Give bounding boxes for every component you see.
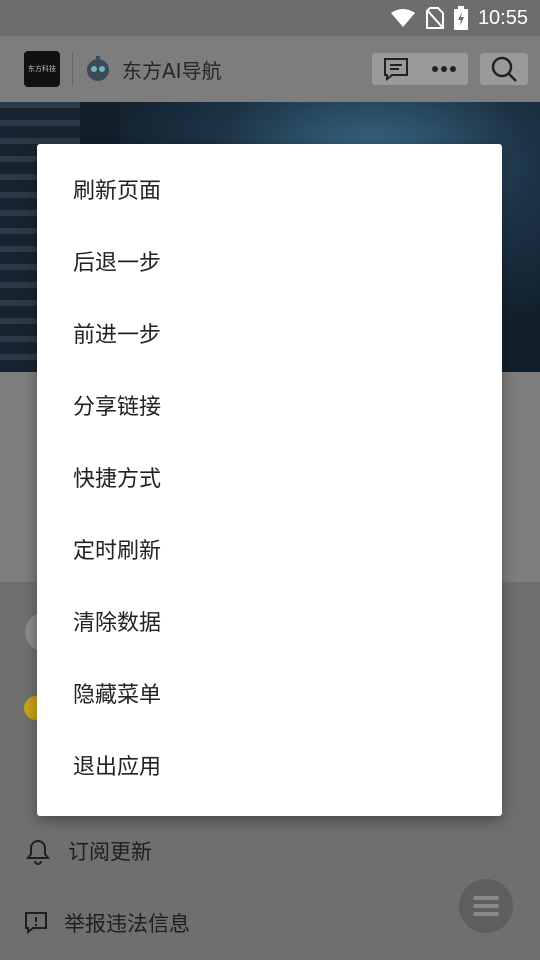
menu-item-refresh-page[interactable]: 刷新页面 [37, 156, 502, 228]
divider [72, 52, 73, 86]
menu-item-timed-refresh[interactable]: 定时刷新 [37, 516, 502, 588]
chat-icon[interactable] [383, 57, 409, 81]
report-icon [25, 912, 47, 935]
wifi-icon [390, 9, 415, 27]
status-icons: 10:55 [390, 6, 528, 30]
status-bar: 10:55 [0, 0, 540, 36]
menu-item-clear-data[interactable]: 清除数据 [37, 588, 502, 660]
status-time: 10:55 [477, 6, 528, 29]
logo-text: 东方科技 [28, 65, 56, 73]
bell-icon [26, 840, 50, 865]
menu-item-go-forward[interactable]: 前进一步 [37, 300, 502, 372]
floating-menu-button[interactable] [459, 879, 513, 933]
menu-item-exit-app[interactable]: 退出应用 [37, 732, 502, 804]
no-sim-icon [425, 7, 444, 29]
report-label: 举报违法信息 [64, 912, 190, 936]
search-button[interactable] [480, 53, 528, 85]
subscribe-label: 订阅更新 [68, 840, 152, 864]
app-logo[interactable]: 东方科技 [24, 51, 60, 87]
subscribe-row[interactable]: 订阅更新 [24, 836, 152, 866]
more-icon[interactable] [431, 65, 457, 73]
app-bar: 东方科技 东方AI导航 [0, 36, 540, 102]
site-title: 东方AI导航 [122, 59, 222, 83]
battery-charging-icon [453, 6, 468, 30]
menu-item-hide-menu[interactable]: 隐藏菜单 [37, 660, 502, 732]
hamburger-icon [473, 896, 499, 916]
menu-item-go-back[interactable]: 后退一步 [37, 228, 502, 300]
robot-icon [87, 56, 109, 81]
search-icon [491, 56, 517, 82]
capsule-menu [372, 53, 468, 85]
menu-item-share-link[interactable]: 分享链接 [37, 372, 502, 444]
menu-item-shortcut[interactable]: 快捷方式 [37, 444, 502, 516]
report-row[interactable]: 举报违法信息 [24, 908, 190, 938]
popup-menu: 刷新页面 后退一步 前进一步 分享链接 快捷方式 定时刷新 清除数据 隐藏菜单 … [37, 144, 502, 816]
